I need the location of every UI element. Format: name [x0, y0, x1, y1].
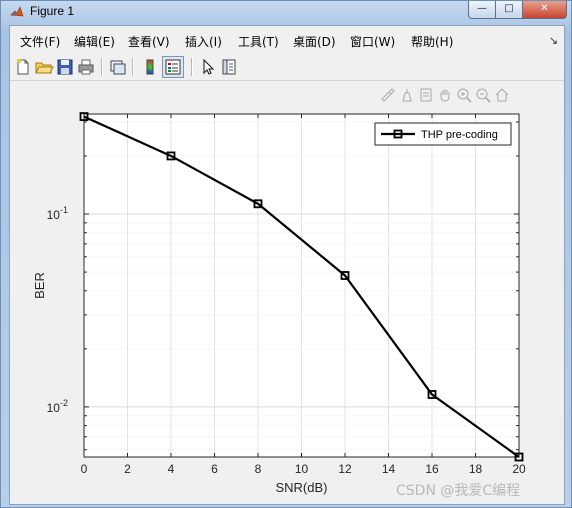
x-tick-label: 6	[211, 462, 218, 476]
menu-file[interactable]: 文件(F)	[20, 33, 60, 50]
plot-area: 0 2 4 6 8 10 12 14 16 18 20 10-1 10-2 SNR(dB) BER TH…	[10, 81, 564, 504]
close-button[interactable]: ✕	[522, 1, 567, 19]
x-tick-label: 8	[255, 462, 262, 476]
toolbar-separator	[191, 58, 193, 76]
maximize-button[interactable]: □	[495, 1, 523, 19]
figure-toolbar	[10, 54, 564, 81]
x-tick-label: 4	[168, 462, 175, 476]
pan-icon[interactable]	[440, 89, 450, 102]
menu-view[interactable]: 查看(V)	[128, 33, 170, 50]
open-file-icon[interactable]	[34, 57, 54, 77]
x-tick-label: 0	[81, 462, 88, 476]
y-tick-base: 10	[47, 401, 61, 415]
x-tick-label: 2	[124, 462, 131, 476]
x-tick-label: 16	[425, 462, 439, 476]
title-bar[interactable]: Figure 1 — □ ✕	[1, 1, 571, 25]
x-axis-label: SNR(dB)	[275, 480, 327, 495]
zoom-out-icon[interactable]	[476, 88, 491, 103]
matlab-icon	[10, 6, 24, 17]
menu-edit[interactable]: 编辑(E)	[74, 33, 115, 50]
export-icon[interactable]	[420, 88, 432, 102]
brush-icon[interactable]	[381, 88, 395, 102]
legend[interactable]: THP pre-coding	[374, 122, 512, 146]
menu-help[interactable]: 帮助(H)	[411, 33, 453, 50]
new-figure-icon[interactable]	[13, 57, 33, 77]
y-axis-label: BER	[32, 272, 47, 299]
menu-insert[interactable]: 插入(I)	[185, 33, 222, 50]
x-tick-label: 20	[512, 462, 526, 476]
save-icon[interactable]	[55, 57, 75, 77]
pointer-icon[interactable]	[198, 57, 218, 77]
colorbar-icon[interactable]	[140, 57, 160, 77]
menu-desktop[interactable]: 桌面(D)	[293, 33, 336, 50]
toolbar-separator	[101, 58, 103, 76]
watermark-text: CSDN @我爱C编程	[396, 483, 521, 499]
toolbar-separator	[132, 58, 134, 76]
y-tick-label: 10-2	[47, 398, 68, 415]
legend-entry: THP pre-coding	[421, 129, 498, 141]
data-tips-icon[interactable]	[402, 89, 412, 102]
y-tick-label: 10-1	[47, 205, 68, 222]
x-tick-label: 14	[382, 462, 396, 476]
link-plot-icon[interactable]	[108, 57, 128, 77]
menu-window[interactable]: 窗口(W)	[350, 33, 395, 50]
figure-window: Figure 1 — □ ✕ 文件(F) 编辑(E) 查看(V) 插入(I) 工…	[0, 0, 572, 508]
minimize-button[interactable]: —	[468, 1, 496, 19]
x-tick-label: 12	[338, 462, 352, 476]
home-icon[interactable]	[495, 88, 509, 102]
menu-overflow-icon[interactable]: ↘	[549, 34, 558, 47]
x-tick-label: 10	[295, 462, 309, 476]
property-editor-icon[interactable]	[219, 57, 239, 77]
x-tick-label: 18	[469, 462, 483, 476]
window-title: Figure 1	[30, 4, 75, 18]
chart[interactable]: 0 2 4 6 8 10 12 14 16 18 2010-110-2 SNR(dB) BER TH…	[10, 81, 564, 504]
menu-tools[interactable]: 工具(T)	[238, 33, 279, 50]
axes-toolbar	[381, 88, 509, 103]
y-tick-exponent: -1	[60, 205, 68, 215]
y-tick-exponent: -2	[60, 398, 68, 408]
y-tick-base: 10	[47, 208, 61, 222]
menu-bar: 文件(F) 编辑(E) 查看(V) 插入(I) 工具(T) 桌面(D) 窗口(W…	[10, 26, 564, 54]
zoom-in-icon[interactable]	[457, 88, 472, 103]
print-icon[interactable]	[76, 57, 96, 77]
legend-icon[interactable]	[162, 56, 184, 78]
figure-client-area: 文件(F) 编辑(E) 查看(V) 插入(I) 工具(T) 桌面(D) 窗口(W…	[9, 25, 565, 505]
